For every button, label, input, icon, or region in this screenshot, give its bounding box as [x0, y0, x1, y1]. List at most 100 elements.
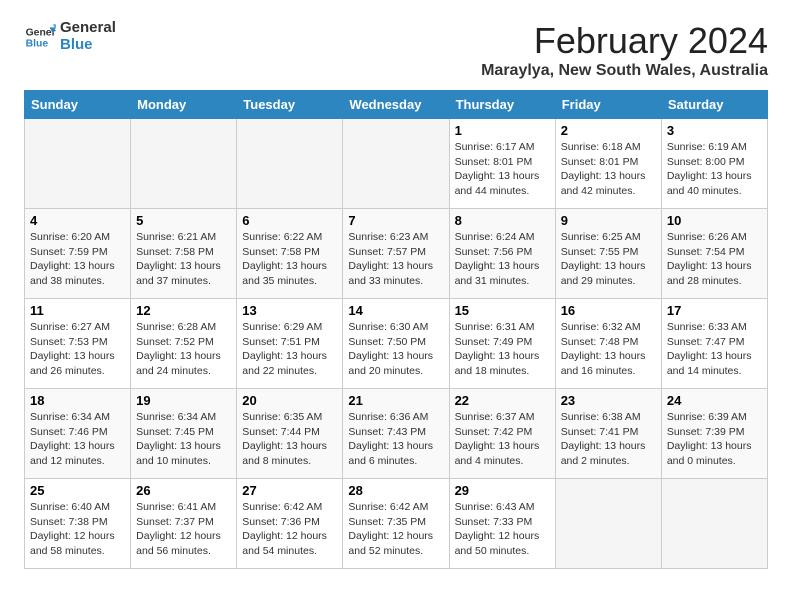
calendar-cell: 3 Sunrise: 6:19 AM Sunset: 8:00 PM Daylig…: [661, 119, 767, 209]
day-number: 8: [455, 213, 550, 228]
header-day-wednesday: Wednesday: [343, 91, 449, 119]
day-number: 26: [136, 483, 231, 498]
day-info: Sunrise: 6:27 AM Sunset: 7:53 PM Dayligh…: [30, 320, 125, 379]
day-info: Sunrise: 6:37 AM Sunset: 7:42 PM Dayligh…: [455, 410, 550, 469]
day-number: 25: [30, 483, 125, 498]
calendar-cell: 15Sunrise: 6:31 AM Sunset: 7:49 PM Dayli…: [449, 299, 555, 389]
title-block: February 2024 Maraylya, New South Wales,…: [481, 20, 768, 80]
day-info: Sunrise: 6:20 AM Sunset: 7:59 PM Dayligh…: [30, 230, 125, 289]
day-info: Sunrise: 6:22 AM Sunset: 7:58 PM Dayligh…: [242, 230, 337, 289]
day-info: Sunrise: 6:42 AM Sunset: 7:35 PM Dayligh…: [348, 500, 443, 559]
day-info: Sunrise: 6:18 AM Sunset: 8:01 PM Dayligh…: [561, 140, 656, 199]
day-info: Sunrise: 6:32 AM Sunset: 7:48 PM Dayligh…: [561, 320, 656, 379]
calendar-cell: 12 Sunrise: 6:28 AM Sunset: 7:52 PM Dayli…: [131, 299, 237, 389]
calendar-cell: 21Sunrise: 6:36 AM Sunset: 7:43 PM Dayli…: [343, 389, 449, 479]
day-info: Sunrise: 6:40 AM Sunset: 7:38 PM Dayligh…: [30, 500, 125, 559]
calendar-cell: 29Sunrise: 6:43 AM Sunset: 7:33 PM Dayli…: [449, 479, 555, 569]
calendar-cell: [237, 119, 343, 209]
calendar-header: SundayMondayTuesdayWednesdayThursdayFrid…: [25, 91, 768, 119]
calendar-cell: 27 Sunrise: 6:42 AM Sunset: 7:36 PM Dayli…: [237, 479, 343, 569]
calendar-cell: 2 Sunrise: 6:18 AM Sunset: 8:01 PM Daylig…: [555, 119, 661, 209]
day-number: 27: [242, 483, 337, 498]
day-info: Sunrise: 6:35 AM Sunset: 7:44 PM Dayligh…: [242, 410, 337, 469]
day-number: 24: [667, 393, 762, 408]
calendar-cell: 10Sunrise: 6:26 AM Sunset: 7:54 PM Dayli…: [661, 209, 767, 299]
day-number: 13: [242, 303, 337, 318]
day-number: 9: [561, 213, 656, 228]
calendar-cell: 20 Sunrise: 6:35 AM Sunset: 7:44 PM Dayli…: [237, 389, 343, 479]
week-row-4: 25 Sunrise: 6:40 AM Sunset: 7:38 PM Dayli…: [25, 479, 768, 569]
calendar-cell: 22Sunrise: 6:37 AM Sunset: 7:42 PM Dayli…: [449, 389, 555, 479]
day-number: 19: [136, 393, 231, 408]
day-number: 7: [348, 213, 443, 228]
day-number: 4: [30, 213, 125, 228]
calendar-cell: 7Sunrise: 6:23 AM Sunset: 7:57 PM Daylig…: [343, 209, 449, 299]
day-info: Sunrise: 6:21 AM Sunset: 7:58 PM Dayligh…: [136, 230, 231, 289]
logo-line2: Blue: [60, 37, 116, 54]
day-number: 1: [455, 123, 550, 138]
day-info: Sunrise: 6:31 AM Sunset: 7:49 PM Dayligh…: [455, 320, 550, 379]
calendar-body: 1 Sunrise: 6:17 AM Sunset: 8:01 PM Daylig…: [25, 119, 768, 569]
calendar-cell: 17 Sunrise: 6:33 AM Sunset: 7:47 PM Dayli…: [661, 299, 767, 389]
calendar-cell: 18 Sunrise: 6:34 AM Sunset: 7:46 PM Dayli…: [25, 389, 131, 479]
main-title: February 2024: [481, 20, 768, 62]
calendar-cell: [555, 479, 661, 569]
logo: General Blue General Blue: [24, 20, 116, 53]
day-info: Sunrise: 6:39 AM Sunset: 7:39 PM Dayligh…: [667, 410, 762, 469]
day-info: Sunrise: 6:34 AM Sunset: 7:46 PM Dayligh…: [30, 410, 125, 469]
header-row: SundayMondayTuesdayWednesdayThursdayFrid…: [25, 91, 768, 119]
calendar-cell: 11 Sunrise: 6:27 AM Sunset: 7:53 PM Dayli…: [25, 299, 131, 389]
calendar-cell: 23 Sunrise: 6:38 AM Sunset: 7:41 PM Dayli…: [555, 389, 661, 479]
day-info: Sunrise: 6:33 AM Sunset: 7:47 PM Dayligh…: [667, 320, 762, 379]
day-number: 29: [455, 483, 550, 498]
calendar-cell: 28 Sunrise: 6:42 AM Sunset: 7:35 PM Dayli…: [343, 479, 449, 569]
day-info: Sunrise: 6:36 AM Sunset: 7:43 PM Dayligh…: [348, 410, 443, 469]
header-day-sunday: Sunday: [25, 91, 131, 119]
page-header: General Blue General Blue February 2024 …: [24, 20, 768, 80]
day-number: 23: [561, 393, 656, 408]
day-number: 3: [667, 123, 762, 138]
calendar-cell: 9 Sunrise: 6:25 AM Sunset: 7:55 PM Daylig…: [555, 209, 661, 299]
calendar-cell: 19 Sunrise: 6:34 AM Sunset: 7:45 PM Dayli…: [131, 389, 237, 479]
day-number: 17: [667, 303, 762, 318]
week-row-0: 1 Sunrise: 6:17 AM Sunset: 8:01 PM Daylig…: [25, 119, 768, 209]
day-number: 12: [136, 303, 231, 318]
day-number: 11: [30, 303, 125, 318]
day-info: Sunrise: 6:30 AM Sunset: 7:50 PM Dayligh…: [348, 320, 443, 379]
header-day-monday: Monday: [131, 91, 237, 119]
logo-line1: General: [60, 20, 116, 37]
day-info: Sunrise: 6:41 AM Sunset: 7:37 PM Dayligh…: [136, 500, 231, 559]
day-number: 20: [242, 393, 337, 408]
svg-text:Blue: Blue: [26, 38, 49, 49]
day-info: Sunrise: 6:34 AM Sunset: 7:45 PM Dayligh…: [136, 410, 231, 469]
day-info: Sunrise: 6:28 AM Sunset: 7:52 PM Dayligh…: [136, 320, 231, 379]
calendar-cell: 5 Sunrise: 6:21 AM Sunset: 7:58 PM Daylig…: [131, 209, 237, 299]
day-number: 2: [561, 123, 656, 138]
day-number: 6: [242, 213, 337, 228]
day-info: Sunrise: 6:19 AM Sunset: 8:00 PM Dayligh…: [667, 140, 762, 199]
calendar-cell: [661, 479, 767, 569]
header-day-thursday: Thursday: [449, 91, 555, 119]
day-info: Sunrise: 6:25 AM Sunset: 7:55 PM Dayligh…: [561, 230, 656, 289]
day-number: 18: [30, 393, 125, 408]
calendar-cell: 8 Sunrise: 6:24 AM Sunset: 7:56 PM Daylig…: [449, 209, 555, 299]
day-info: Sunrise: 6:38 AM Sunset: 7:41 PM Dayligh…: [561, 410, 656, 469]
week-row-2: 11 Sunrise: 6:27 AM Sunset: 7:53 PM Dayli…: [25, 299, 768, 389]
day-number: 28: [348, 483, 443, 498]
calendar-cell: 13 Sunrise: 6:29 AM Sunset: 7:51 PM Dayli…: [237, 299, 343, 389]
week-row-3: 18 Sunrise: 6:34 AM Sunset: 7:46 PM Dayli…: [25, 389, 768, 479]
day-info: Sunrise: 6:17 AM Sunset: 8:01 PM Dayligh…: [455, 140, 550, 199]
day-info: Sunrise: 6:29 AM Sunset: 7:51 PM Dayligh…: [242, 320, 337, 379]
day-info: Sunrise: 6:42 AM Sunset: 7:36 PM Dayligh…: [242, 500, 337, 559]
calendar-table: SundayMondayTuesdayWednesdayThursdayFrid…: [24, 90, 768, 569]
week-row-1: 4 Sunrise: 6:20 AM Sunset: 7:59 PM Daylig…: [25, 209, 768, 299]
day-number: 16: [561, 303, 656, 318]
calendar-cell: 16 Sunrise: 6:32 AM Sunset: 7:48 PM Dayli…: [555, 299, 661, 389]
day-info: Sunrise: 6:24 AM Sunset: 7:56 PM Dayligh…: [455, 230, 550, 289]
day-number: 5: [136, 213, 231, 228]
calendar-cell: 6 Sunrise: 6:22 AM Sunset: 7:58 PM Daylig…: [237, 209, 343, 299]
day-number: 14: [348, 303, 443, 318]
day-info: Sunrise: 6:26 AM Sunset: 7:54 PM Dayligh…: [667, 230, 762, 289]
calendar-cell: [25, 119, 131, 209]
calendar-cell: [131, 119, 237, 209]
